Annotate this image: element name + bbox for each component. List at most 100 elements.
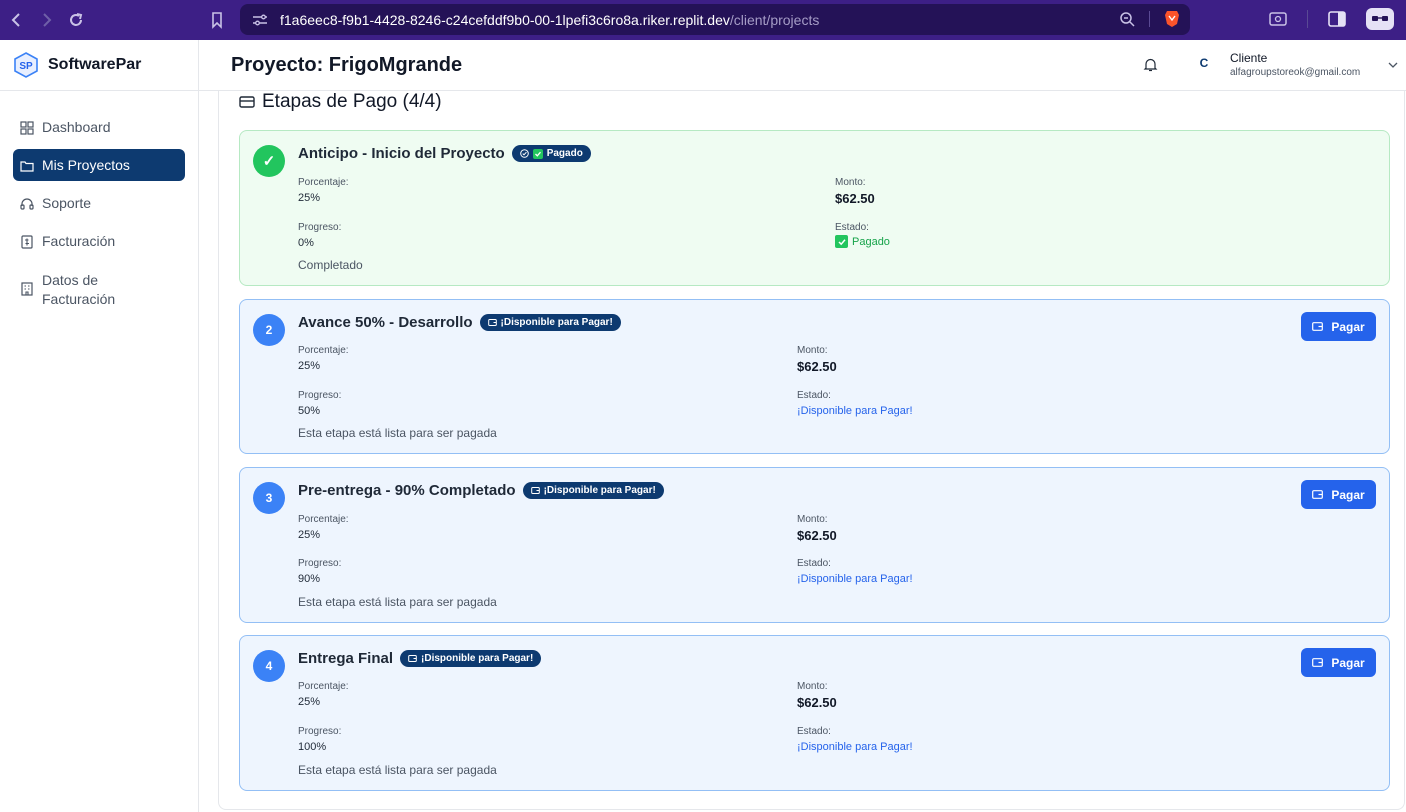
progress-label: Progreso:	[298, 390, 342, 401]
browser-toolbar: f1a6eec8-f9b1-4428-8246-c24cefddf9b0-00-…	[0, 0, 1406, 40]
percentage-value: 25%	[298, 360, 321, 372]
status-badge-text: ¡Disponible para Pagar!	[543, 485, 656, 496]
site-settings-icon[interactable]	[252, 13, 268, 27]
avatar[interactable]: C	[1195, 56, 1213, 74]
chevron-down-icon[interactable]	[1388, 60, 1398, 70]
sidebar-item-soporte[interactable]: Soporte	[13, 187, 185, 219]
address-bar[interactable]: f1a6eec8-f9b1-4428-8246-c24cefddf9b0-00-…	[240, 4, 1190, 35]
stage-title: Pre-entrega - 90% Completado	[298, 482, 516, 499]
forward-icon[interactable]	[31, 5, 61, 35]
pay-button-label: Pagar	[1331, 487, 1365, 502]
amount-value: $62.50	[797, 528, 837, 543]
status-value-text: Pagado	[852, 235, 890, 248]
pay-button[interactable]: Pagar	[1301, 480, 1376, 509]
percentage-value: 25%	[298, 696, 321, 708]
status-label: Estado:	[797, 726, 831, 737]
sidebar-item-label: Facturación	[42, 233, 116, 249]
progress-label: Progreso:	[298, 558, 342, 569]
grid-icon	[20, 121, 34, 135]
percentage-label: Porcentaje:	[298, 177, 349, 188]
status-value: Pagado	[835, 235, 890, 248]
sidebar-item-datos-facturacion[interactable]: Datos de Facturación	[13, 263, 185, 317]
brand-name: SoftwarePar	[48, 56, 142, 73]
brave-shield-icon[interactable]	[1164, 10, 1180, 28]
stage-note: Esta etapa está lista para ser pagada	[298, 426, 497, 440]
stage-marker: ✓	[253, 145, 285, 177]
pay-button-label: Pagar	[1331, 319, 1365, 334]
pay-button[interactable]: Pagar	[1301, 648, 1376, 677]
user-email: alfagroupstoreok@gmail.com	[1230, 67, 1361, 78]
sidebar-item-facturacion[interactable]: Facturación	[13, 225, 185, 257]
svg-text:SP: SP	[19, 61, 33, 72]
wallet-icon	[1312, 322, 1324, 331]
status-badge: Pagado	[511, 145, 591, 162]
status-badge-text: ¡Disponible para Pagar!	[421, 653, 534, 664]
section-title: Etapas de Pago (4/4)	[239, 91, 442, 113]
status-label: Estado:	[835, 222, 869, 233]
stage-title: Entrega Final	[298, 650, 394, 667]
sidebar: SP SoftwarePar Dashboard Mis Proyectos S…	[0, 40, 199, 812]
sidebar-nav: Dashboard Mis Proyectos Soporte Facturac…	[0, 91, 198, 317]
stage-card-2: 2 Avance 50% - Desarrollo ¡Disponible pa…	[239, 299, 1390, 454]
percentage-label: Porcentaje:	[298, 345, 349, 356]
bell-icon[interactable]	[1143, 57, 1158, 72]
section-title-text: Etapas de Pago (4/4)	[262, 91, 442, 112]
wallet-icon	[1312, 658, 1324, 667]
wallet-icon	[408, 655, 417, 662]
payment-stages-panel: Etapas de Pago (4/4) ✓ Anticipo - Inicio…	[218, 91, 1405, 810]
check-mark-icon	[835, 235, 848, 248]
wallet-icon	[1312, 490, 1324, 499]
brand[interactable]: SP SoftwarePar	[0, 40, 198, 91]
progress-label: Progreso:	[298, 726, 342, 737]
receipt-icon	[21, 235, 33, 249]
progress-value: 90%	[298, 573, 321, 585]
pay-button[interactable]: Pagar	[1301, 312, 1376, 341]
amount-label: Monto:	[797, 514, 828, 525]
percentage-label: Porcentaje:	[298, 514, 349, 525]
amount-label: Monto:	[797, 681, 828, 692]
stage-title: Avance 50% - Desarrollo	[298, 314, 473, 331]
progress-value: 100%	[298, 741, 327, 753]
stage-title-row: Pre-entrega - 90% Completado ¡Disponible…	[298, 482, 664, 499]
status-badge: ¡Disponible para Pagar!	[479, 314, 621, 331]
percentage-value: 25%	[298, 192, 321, 204]
status-value: ¡Disponible para Pagar!	[797, 573, 913, 585]
sidebar-item-label: Dashboard	[42, 119, 111, 135]
page-title: Proyecto: FrigoMgrande	[231, 53, 463, 76]
pay-button-label: Pagar	[1331, 655, 1365, 670]
stage-marker: 3	[253, 482, 285, 514]
page-header: Proyecto: FrigoMgrande C Cliente alfagro…	[199, 40, 1406, 91]
wallet-icon	[530, 487, 540, 494]
screenshot-icon[interactable]	[1269, 11, 1287, 27]
amount-value: $62.50	[797, 695, 837, 710]
status-badge: ¡Disponible para Pagar!	[522, 482, 664, 499]
percentage-label: Porcentaje:	[298, 681, 349, 692]
status-label: Estado:	[797, 390, 831, 401]
stage-marker: 4	[253, 650, 285, 682]
user-menu[interactable]: Cliente alfagroupstoreok@gmail.com	[1230, 51, 1360, 78]
sidebar-item-mis-proyectos[interactable]: Mis Proyectos	[13, 149, 185, 181]
stage-card-1: ✓ Anticipo - Inicio del Proyecto Pagado …	[239, 130, 1390, 286]
sidebar-item-label: Datos de Facturación	[42, 272, 116, 307]
sidebar-item-dashboard[interactable]: Dashboard	[13, 111, 185, 143]
stage-title-row: Anticipo - Inicio del Proyecto Pagado	[298, 145, 591, 162]
wallet-icon	[487, 319, 497, 326]
amount-value: $62.50	[797, 359, 837, 374]
reload-icon[interactable]	[61, 5, 91, 35]
status-badge-text: ¡Disponible para Pagar!	[500, 317, 613, 328]
stage-card-4: 4 Entrega Final ¡Disponible para Pagar! …	[239, 635, 1390, 791]
reader-mode-icon[interactable]	[1366, 8, 1394, 30]
sidebar-item-label: Soporte	[42, 195, 92, 211]
status-value: ¡Disponible para Pagar!	[797, 405, 913, 417]
progress-value: 50%	[298, 405, 321, 417]
sidebar-toggle-icon[interactable]	[1328, 11, 1346, 27]
amount-label: Monto:	[797, 345, 828, 356]
bookmark-icon[interactable]	[202, 5, 232, 35]
stage-note: Esta etapa está lista para ser pagada	[298, 595, 497, 609]
back-icon[interactable]	[2, 5, 32, 35]
stage-title-row: Entrega Final ¡Disponible para Pagar!	[298, 650, 542, 667]
zoom-icon[interactable]	[1119, 11, 1135, 27]
amount-label: Monto:	[835, 177, 866, 188]
progress-value: 0%	[298, 237, 314, 249]
url-text: f1a6eec8-f9b1-4428-8246-c24cefddf9b0-00-…	[280, 11, 820, 28]
